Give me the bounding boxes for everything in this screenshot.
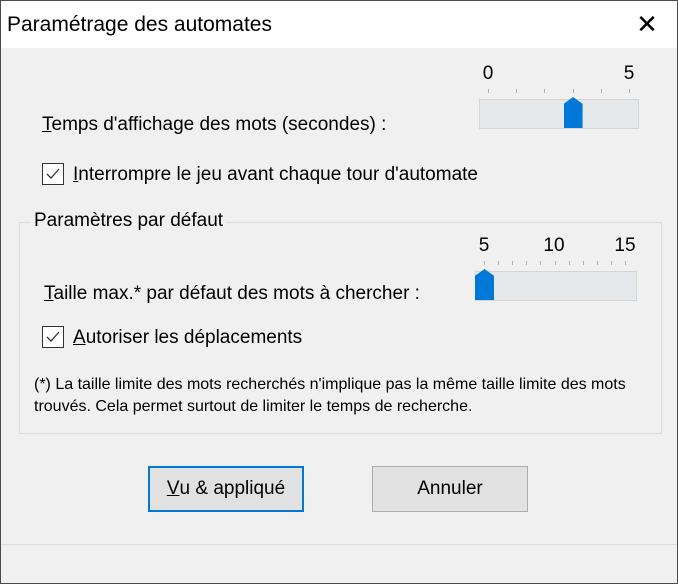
slider-tick — [540, 261, 542, 265]
label-text: aille max.* par défaut des mots à cherch… — [53, 283, 420, 304]
display-time-label: Temps d'affichage des mots (secondes) : — [42, 114, 386, 136]
slider-tick — [582, 261, 584, 265]
interrupt-checkbox[interactable] — [42, 163, 64, 185]
slider-tick — [488, 89, 489, 93]
max-size-slider[interactable] — [475, 271, 637, 301]
footnote: (*) La taille limite des mots recherchés… — [34, 376, 626, 415]
slider-tick — [629, 89, 630, 93]
slider-tick — [554, 261, 556, 265]
dialog-window: Paramétrage des automates ✕ Temps d'affi… — [0, 0, 678, 584]
mnemonic: T — [42, 114, 52, 135]
slider-tick — [544, 89, 546, 93]
divider — [1, 544, 677, 545]
checkmark-icon — [46, 168, 60, 179]
slider-tick — [526, 261, 528, 265]
close-icon: ✕ — [636, 9, 658, 39]
interrupt-label[interactable]: Interrompre le jeu avant chaque tour d'a… — [73, 164, 478, 186]
slider-label-5: 5 — [478, 235, 490, 256]
slider-tick — [596, 261, 598, 265]
slider-label-10: 10 — [543, 235, 565, 256]
moves-label[interactable]: Autoriser les déplacements — [73, 327, 302, 349]
label-text: emps d'affichage des mots (secondes) : — [51, 114, 387, 135]
title-bar: Paramétrage des automates ✕ — [1, 1, 677, 48]
slider-tick — [516, 89, 518, 93]
slider-tick — [512, 261, 514, 265]
apply-button[interactable]: Vu & appliqué — [148, 466, 304, 512]
slider-label-15: 15 — [614, 235, 636, 256]
max-size-label: Taille max.* par défaut des mots à cherc… — [44, 283, 420, 305]
checkmark-icon — [46, 331, 60, 342]
label-text: nterrompre le jeu avant chaque tour d'au… — [78, 164, 478, 185]
mnemonic: A — [73, 327, 86, 348]
slider-tick — [625, 261, 626, 265]
cancel-button[interactable]: Annuler — [372, 466, 528, 512]
mnemonic: V — [166, 478, 180, 499]
defaults-group-title: Paramètres par défaut — [31, 210, 227, 232]
slider-tick — [498, 261, 500, 265]
window-title: Paramétrage des automates — [7, 13, 272, 36]
button-label: u & appliqué — [179, 478, 286, 499]
slider-tick — [572, 89, 574, 93]
slider-tick — [484, 261, 485, 265]
display-time-slider[interactable] — [479, 99, 639, 129]
slider-max-label: 5 — [623, 63, 635, 84]
label-text: utoriser les déplacements — [85, 327, 303, 348]
slider-tick — [568, 261, 570, 265]
close-button[interactable]: ✕ — [617, 1, 677, 48]
slider-min-label: 0 — [482, 63, 494, 84]
mnemonic: T — [44, 283, 54, 304]
slider-tick — [610, 261, 612, 265]
slider-tick — [600, 89, 602, 93]
moves-checkbox[interactable] — [42, 326, 64, 348]
